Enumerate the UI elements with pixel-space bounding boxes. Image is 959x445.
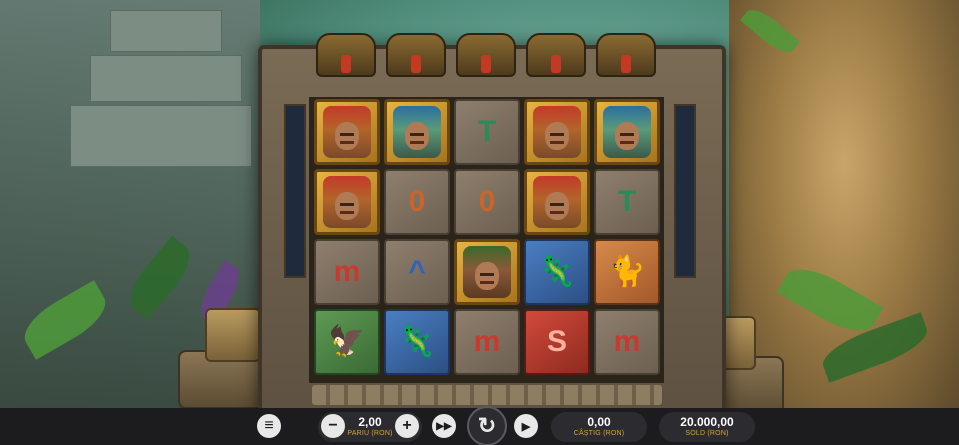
balance-label: SOLD (RON) <box>685 430 729 437</box>
plus-icon: + <box>402 417 412 434</box>
reel-cell <box>384 99 450 165</box>
decrease-bet-button[interactable]: − <box>321 414 345 438</box>
blue-lizard-tile-symbol: 🦎 <box>538 255 576 288</box>
ruin-stone-block <box>90 55 242 102</box>
menu-icon: ≡ <box>264 417 274 434</box>
golden-mask-ornament <box>316 33 376 77</box>
reel-cell <box>524 169 590 235</box>
golden-mask-ornament <box>386 33 446 77</box>
reel-cell: T <box>594 169 660 235</box>
bet-label: PARIU (RON) <box>347 430 393 437</box>
win-label: CÂȘTIG (RON) <box>573 430 625 437</box>
reel-cell <box>594 99 660 165</box>
reel-cell <box>454 239 520 305</box>
orange-jaguar-tile-symbol: 🐈 <box>608 255 646 288</box>
reel-cell <box>314 169 380 235</box>
win-value: 0,00 <box>587 415 611 429</box>
reel-cell <box>314 99 380 165</box>
blue-chevron-glyph-symbol: ^ <box>408 255 426 288</box>
fast-forward-icon: ▶▶ <box>436 420 452 432</box>
glyph-strip <box>312 385 662 405</box>
red-m-glyph-symbol: m <box>613 325 641 358</box>
reel-cell: 🦎 <box>524 239 590 305</box>
reel-cell: m <box>314 239 380 305</box>
side-glyph-column-left <box>284 104 306 278</box>
orange-zero-glyph-symbol: 0 <box>408 185 426 218</box>
warrior-portrait-symbol <box>463 246 511 298</box>
reel-cell: 0 <box>384 169 450 235</box>
golden-mask-ornament <box>456 33 516 77</box>
side-glyph-column-right <box>674 104 696 278</box>
reel-cell: 🦅 <box>314 309 380 375</box>
reel-cell: S <box>524 309 590 375</box>
menu-button[interactable]: ≡ <box>257 414 281 438</box>
reel-cell: m <box>594 309 660 375</box>
bet-value: 2,00 <box>358 415 382 429</box>
reel-frame: T 0 0 Tm ^ 🦎 🐈 🦅 🦎 m Sm <box>258 33 726 418</box>
green-mushroom-glyph-symbol: T <box>477 115 497 148</box>
play-icon: ▶ <box>521 420 531 433</box>
reel-cell: T <box>454 99 520 165</box>
blue-woman-portrait-symbol <box>603 106 651 158</box>
red-serpent-tile-symbol: S <box>546 325 567 358</box>
reel-cell: 0 <box>454 169 520 235</box>
reel-cell: m <box>454 309 520 375</box>
red-headdress-chief-symbol <box>323 176 371 228</box>
red-headdress-chief-symbol <box>533 106 581 158</box>
ruin-stone-block <box>70 105 252 167</box>
orange-zero-glyph-symbol: 0 <box>478 185 496 218</box>
golden-mask-ornament <box>596 33 656 77</box>
totem-left <box>205 308 261 362</box>
red-headdress-chief-symbol <box>533 176 581 228</box>
red-m-glyph-symbol: m <box>473 325 501 358</box>
refresh-icon: ↻ <box>477 413 497 438</box>
minus-icon: − <box>328 417 338 434</box>
symbol-grid: T 0 0 Tm ^ 🦎 🐈 🦅 🦎 m Sm <box>314 99 660 375</box>
green-mushroom-glyph-symbol: T <box>617 185 637 218</box>
golden-mask-ornament <box>526 33 586 77</box>
reel-cell: 🐈 <box>594 239 660 305</box>
game-scene: T 0 0 Tm ^ 🦎 🐈 🦅 🦎 m Sm ≡ − 2,00 PARIU (RON) + ▶▶ … <box>0 0 959 445</box>
increase-bet-button[interactable]: + <box>395 414 419 438</box>
red-headdress-chief-symbol <box>323 106 371 158</box>
balance-value: 20.000,00 <box>680 415 734 429</box>
green-eagle-tile-symbol: 🦅 <box>328 325 366 358</box>
reel-cell <box>524 99 590 165</box>
blue-woman-portrait-symbol <box>393 106 441 158</box>
autoplay-button[interactable]: ▶ <box>514 414 538 438</box>
blue-lizard-tile-symbol: 🦎 <box>398 325 436 358</box>
red-m-glyph-symbol: m <box>333 255 361 288</box>
reel-cell: 🦎 <box>384 309 450 375</box>
spin-button[interactable]: ↻ <box>467 406 507 445</box>
reel-cell: ^ <box>384 239 450 305</box>
turbo-button[interactable]: ▶▶ <box>432 414 456 438</box>
ruin-stone-block <box>110 10 222 52</box>
